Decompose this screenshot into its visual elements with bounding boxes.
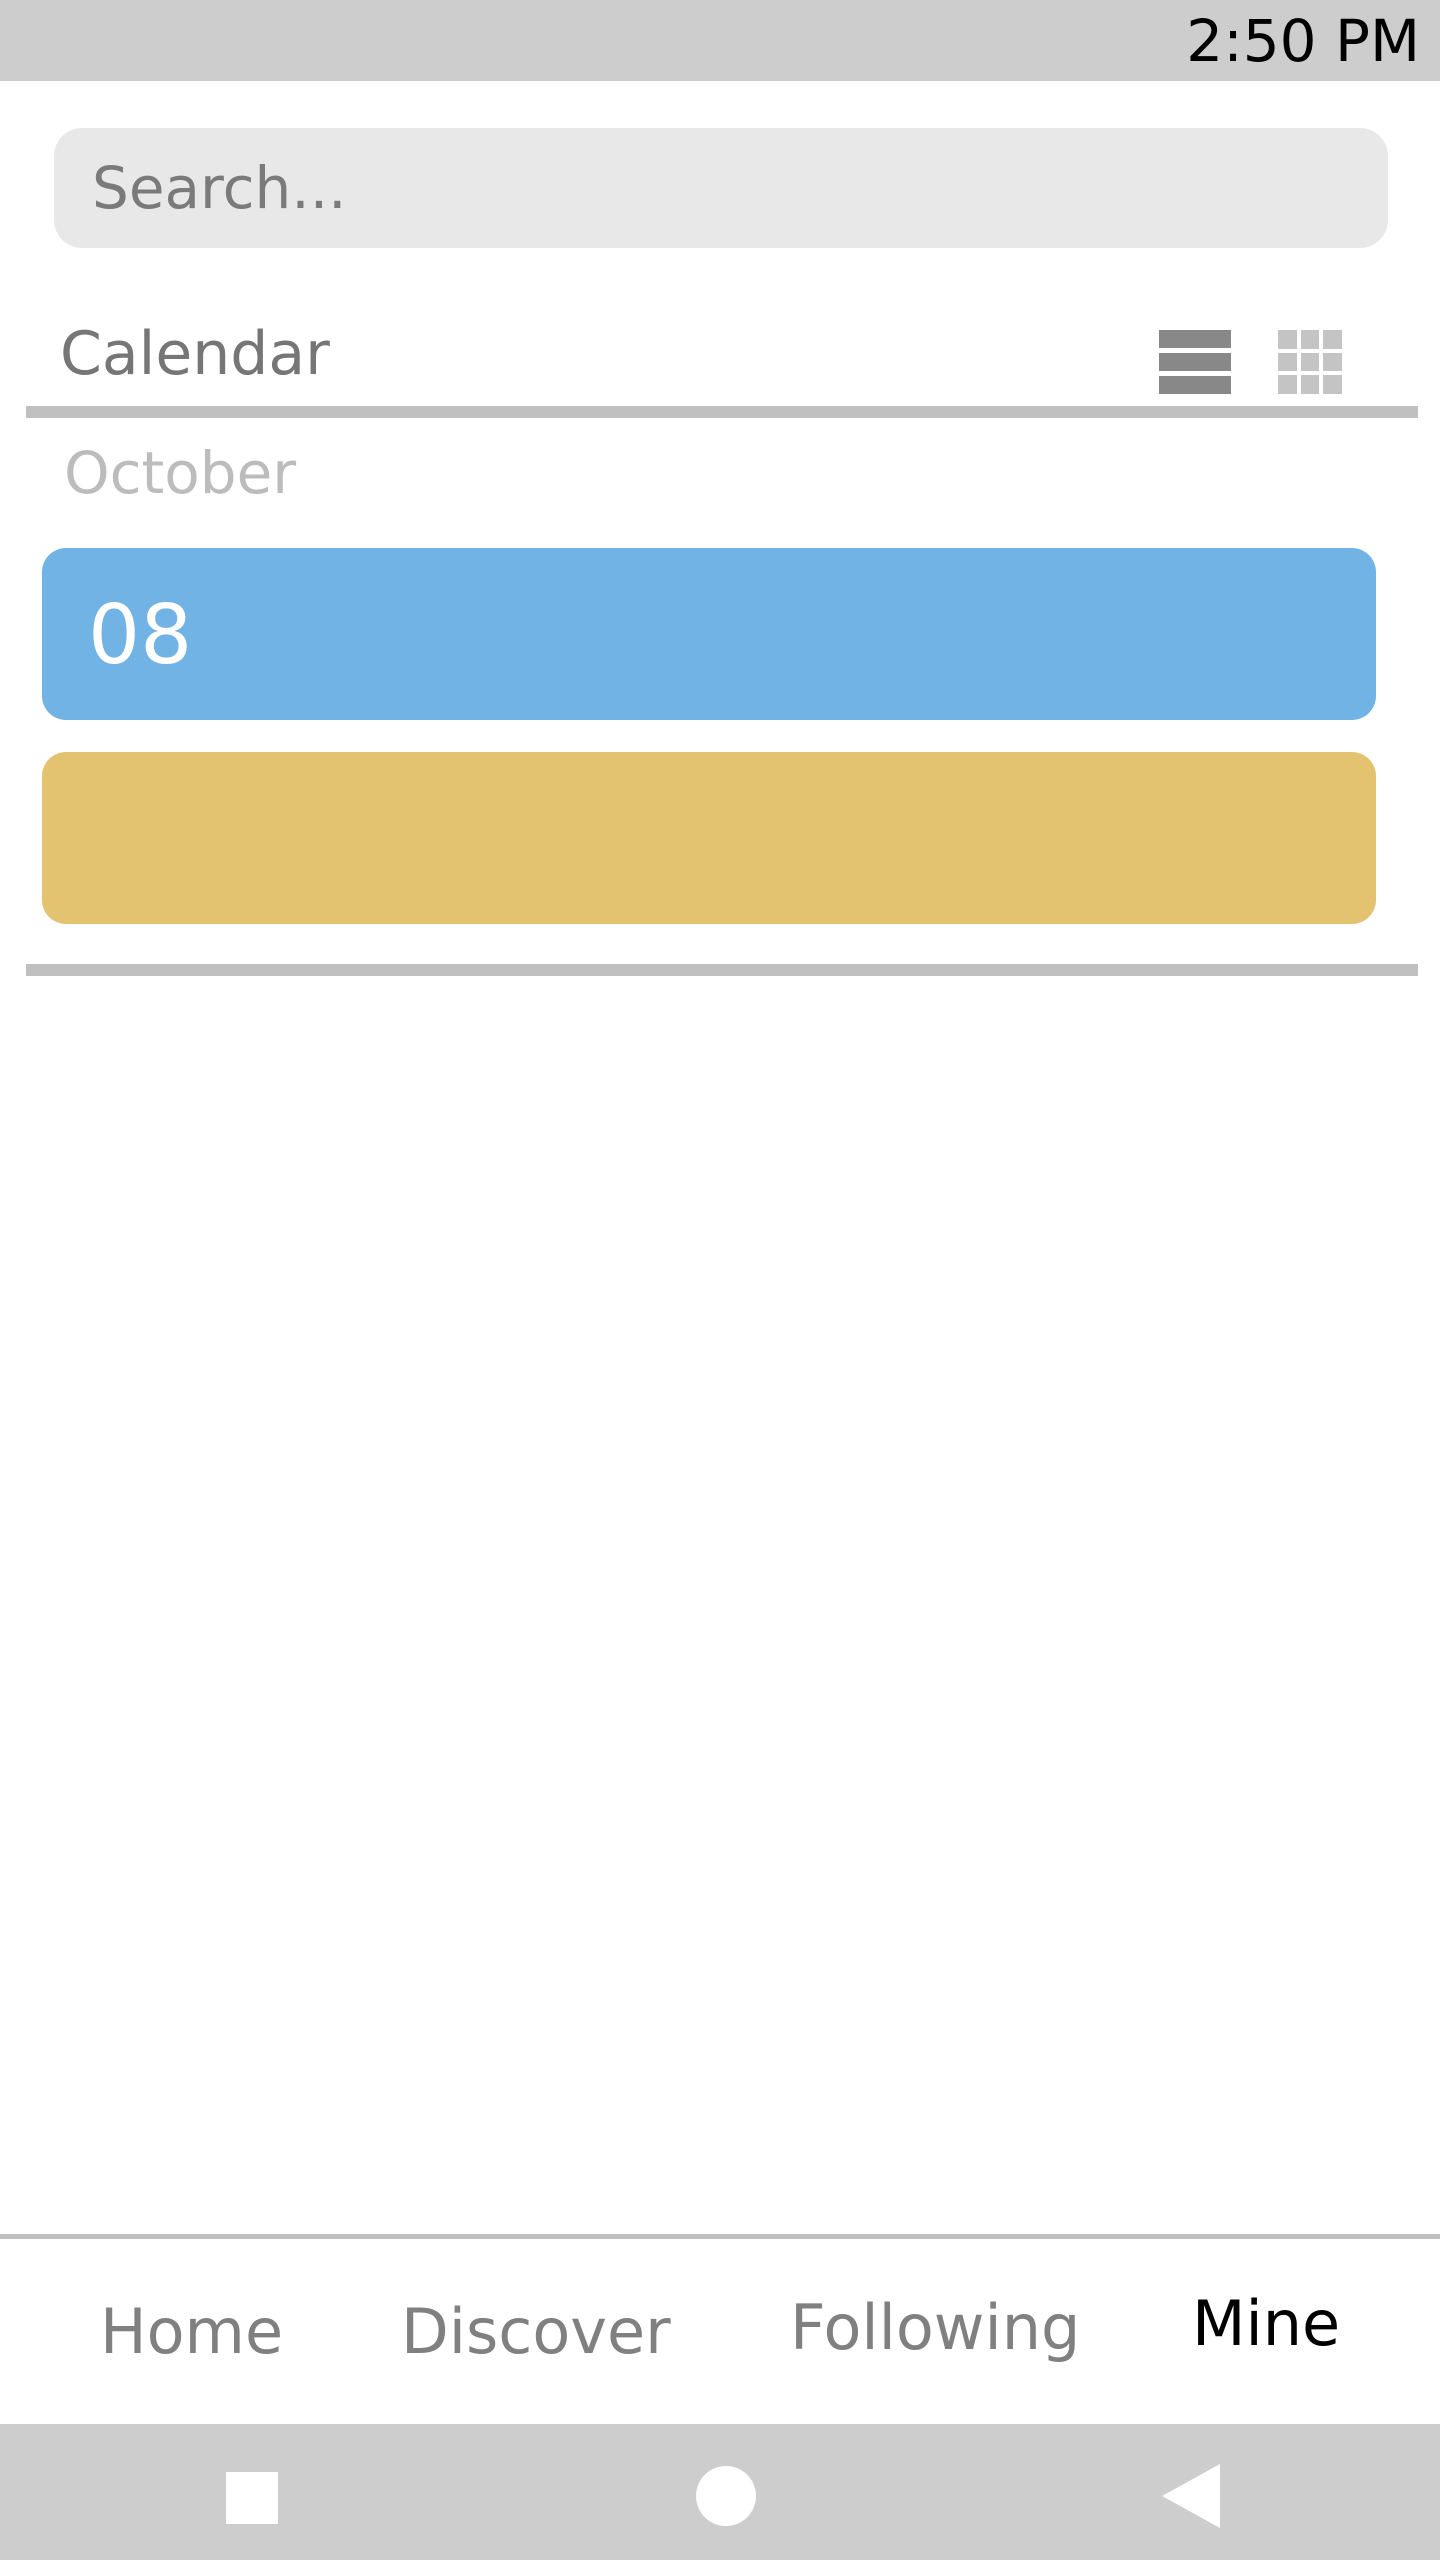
triangle-back-icon[interactable] bbox=[1162, 2464, 1220, 2528]
event-card-empty[interactable] bbox=[42, 752, 1376, 924]
system-nav-bar bbox=[0, 2424, 1440, 2560]
circle-icon[interactable] bbox=[696, 2466, 756, 2526]
status-bar: 2:50 PM bbox=[0, 0, 1440, 81]
calendar-title: Calendar bbox=[60, 319, 330, 389]
tab-discover[interactable]: Discover bbox=[401, 2294, 671, 2370]
search-input[interactable] bbox=[54, 128, 1388, 248]
square-icon[interactable] bbox=[226, 2472, 278, 2524]
screen: 2:50 PM Calendar October 08 Home Discove… bbox=[0, 0, 1440, 2560]
search-box[interactable] bbox=[54, 128, 1388, 248]
grid-view-icon[interactable] bbox=[1278, 330, 1342, 394]
month-label: October bbox=[64, 439, 297, 507]
tab-following[interactable]: Following bbox=[790, 2290, 1080, 2366]
list-view-icon[interactable] bbox=[1159, 330, 1231, 394]
calendar-divider-bottom bbox=[26, 964, 1418, 976]
status-time: 2:50 PM bbox=[1186, 7, 1420, 75]
event-card-08[interactable]: 08 bbox=[42, 548, 1376, 720]
event-day: 08 bbox=[88, 588, 193, 683]
calendar-divider-top bbox=[26, 406, 1418, 418]
tab-mine[interactable]: Mine bbox=[1192, 2286, 1340, 2362]
tab-home[interactable]: Home bbox=[100, 2294, 283, 2370]
tab-bar-divider bbox=[0, 2234, 1440, 2239]
